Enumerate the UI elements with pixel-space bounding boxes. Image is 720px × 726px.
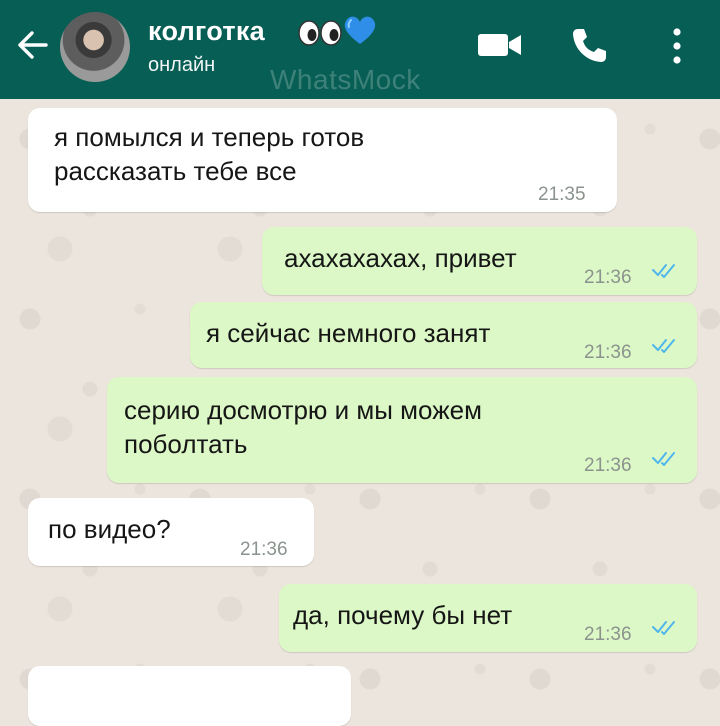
message-time: 21:36	[584, 455, 632, 476]
message-bubble-outgoing[interactable]: серию досмотрю и мы можем поболтать 21:3…	[107, 377, 697, 483]
contact-name[interactable]: колготка	[148, 16, 265, 47]
contact-avatar[interactable]	[60, 12, 130, 82]
message-time: 21:35	[538, 184, 586, 205]
message-time: 21:36	[584, 267, 632, 288]
message-time: 21:36	[584, 342, 632, 363]
message-text: да, почему бы нет	[293, 600, 513, 630]
message-bubble-outgoing[interactable]: ахахахахах, привет 21:36	[262, 227, 697, 295]
message-bubble-outgoing[interactable]: я сейчас немного занят 21:36	[190, 302, 697, 368]
message-text: по видео?	[48, 514, 171, 544]
message-bubble-incoming[interactable]: по видео? 21:36	[28, 498, 314, 566]
more-options-icon[interactable]	[667, 27, 687, 65]
contact-status: онлайн	[148, 54, 216, 76]
phone-call-icon[interactable]	[569, 25, 609, 65]
message-bubble-incoming[interactable]: я помылся и теперь готов рассказать тебе…	[28, 108, 617, 212]
message-bubble-incoming[interactable]	[28, 666, 351, 726]
double-check-icon	[652, 264, 675, 278]
message-text: я помылся и теперь готов рассказать тебе…	[54, 122, 365, 186]
back-arrow-icon[interactable]	[14, 28, 50, 62]
message-time: 21:36	[240, 539, 288, 560]
chat-header: колготка онлайн WhatsMock	[0, 0, 720, 99]
video-call-icon[interactable]	[476, 31, 524, 59]
double-check-icon	[652, 452, 675, 466]
eyes-emoji-icon	[298, 20, 342, 46]
blue-heart-emoji-icon	[344, 16, 376, 44]
double-check-icon	[652, 621, 675, 635]
message-time: 21:36	[584, 624, 632, 645]
watermark: WhatsMock	[270, 64, 421, 95]
message-text: я сейчас немного занят	[206, 318, 491, 348]
message-bubble-outgoing[interactable]: да, почему бы нет 21:36	[279, 584, 697, 652]
message-text: серию досмотрю и мы можем поболтать	[124, 395, 482, 459]
double-check-icon	[652, 339, 675, 353]
message-text: ахахахахах, привет	[284, 243, 517, 273]
